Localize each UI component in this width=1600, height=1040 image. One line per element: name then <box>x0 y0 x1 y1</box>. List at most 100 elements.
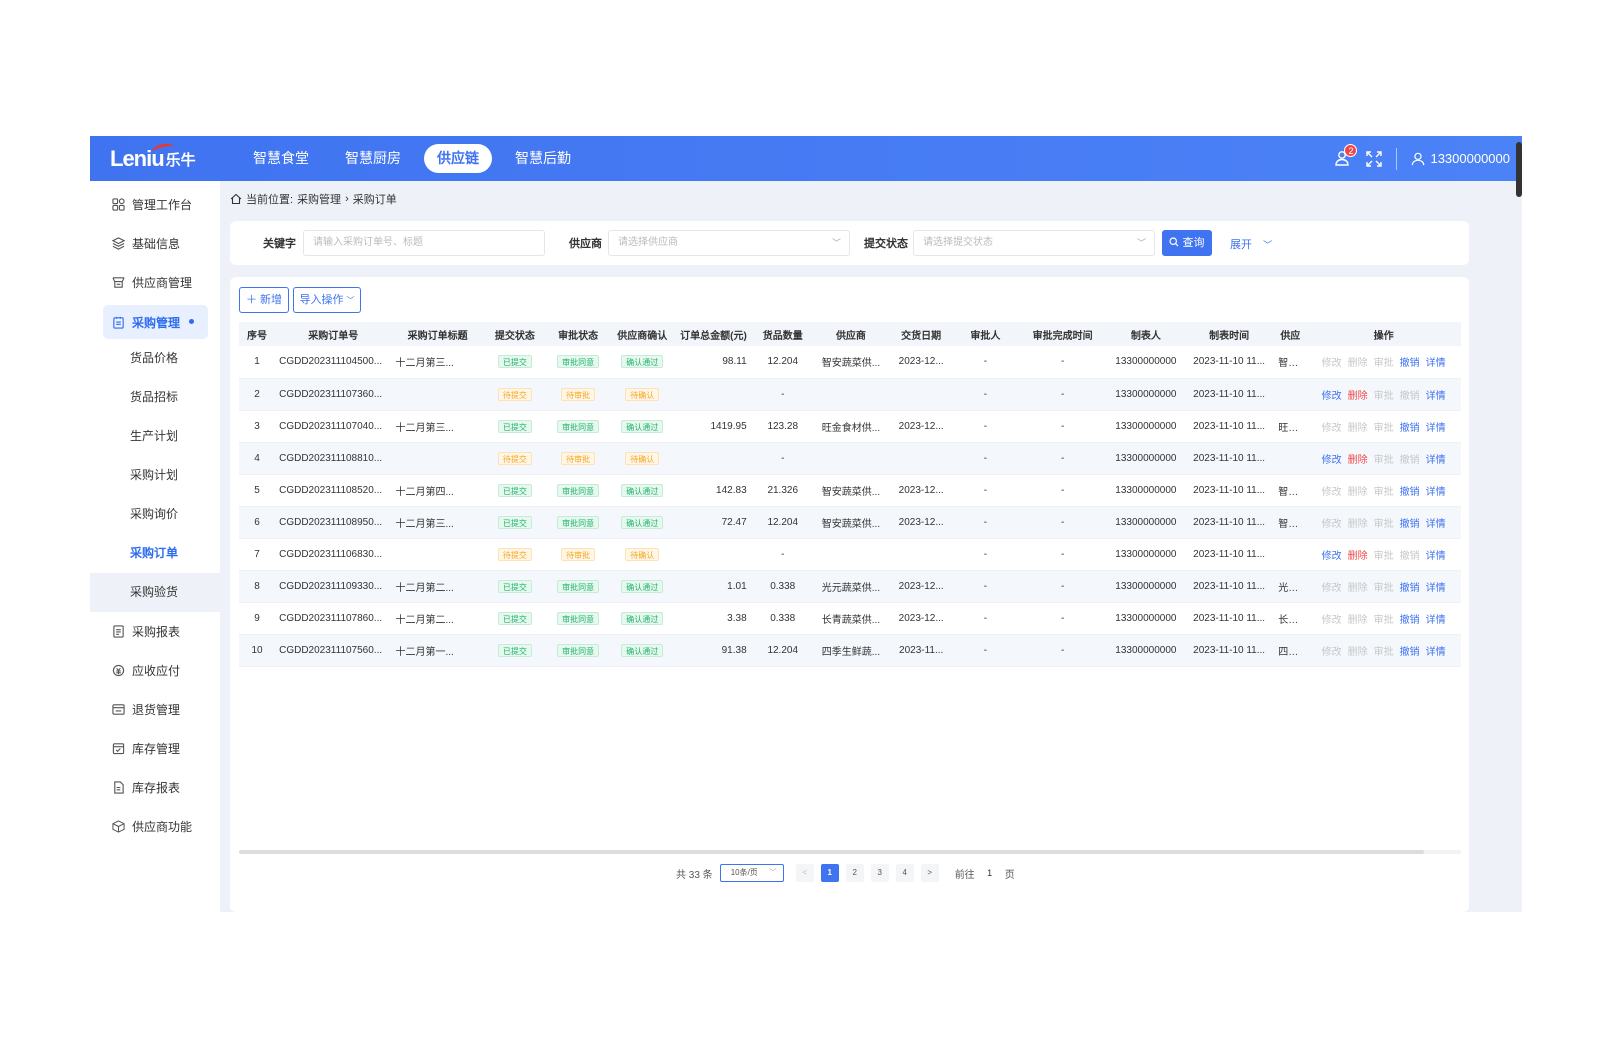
revoke-button[interactable]: 撤销 <box>1400 551 1420 562</box>
delete-button[interactable]: 删除 <box>1348 615 1368 626</box>
approve-button[interactable]: 审批 <box>1374 358 1394 369</box>
top-nav-item-supply-chain[interactable]: 供应链 <box>424 144 492 173</box>
revoke-button[interactable]: 撤销 <box>1400 358 1420 369</box>
order-amount <box>674 378 753 411</box>
revoke-button[interactable]: 撤销 <box>1400 519 1420 530</box>
sidebar-item-label: 供应商功能 <box>132 820 193 834</box>
sidebar-item-inventory-report[interactable]: 库存报表 <box>90 768 220 807</box>
user-menu[interactable]: 13300000000 <box>1411 151 1510 166</box>
page-size-select[interactable]: 10条/页 ﹀ <box>719 864 784 882</box>
order-table-card: ＋ 新增 导入操作 ﹀ 序号 采购订单号 采购订单标题 提交状态 审批状态 供应… <box>230 277 1469 912</box>
status-select[interactable]: 请选择提交状态 ﹀ <box>913 230 1155 256</box>
revoke-button[interactable]: 撤销 <box>1400 455 1420 466</box>
revoke-button[interactable]: 撤销 <box>1400 391 1420 402</box>
supplier-select[interactable]: 请选择供应商 ﹀ <box>608 230 850 256</box>
page-button-3[interactable]: 3 <box>870 864 889 882</box>
detail-button[interactable]: 详情 <box>1426 647 1446 658</box>
revoke-button[interactable]: 撤销 <box>1400 423 1420 434</box>
approve-button[interactable]: 审批 <box>1374 583 1394 594</box>
delete-button[interactable]: 删除 <box>1348 423 1368 434</box>
detail-button[interactable]: 详情 <box>1426 551 1446 562</box>
sidebar-item-purchase-report[interactable]: 采购报表 <box>90 612 220 651</box>
sidebar-sub-tender[interactable]: 货品招标 <box>90 378 220 417</box>
sidebar-sub-inspection[interactable]: 采购验货 <box>90 573 220 612</box>
top-nav-item-kitchen[interactable]: 智慧厨房 <box>332 144 414 173</box>
edit-button[interactable]: 修改 <box>1322 487 1342 498</box>
add-button[interactable]: ＋ 新增 <box>239 287 289 313</box>
scrollbar-thumb[interactable] <box>239 850 1424 854</box>
return-icon <box>111 703 125 717</box>
page-button-1[interactable]: 1 <box>820 864 839 882</box>
approve-button[interactable]: 审批 <box>1374 455 1394 466</box>
edit-button[interactable]: 修改 <box>1322 647 1342 658</box>
detail-button[interactable]: 详情 <box>1426 615 1446 626</box>
page-button-2[interactable]: 2 <box>845 864 864 882</box>
sidebar-sub-production-plan[interactable]: 生产计划 <box>90 417 220 456</box>
prev-page-button[interactable]: < <box>795 864 814 882</box>
edit-button[interactable]: 修改 <box>1322 358 1342 369</box>
sidebar-item-supplier[interactable]: 供应商管理 <box>90 263 220 302</box>
delete-button[interactable]: 删除 <box>1348 391 1368 402</box>
approve-button[interactable]: 审批 <box>1374 551 1394 562</box>
detail-button[interactable]: 详情 <box>1426 358 1446 369</box>
expand-button[interactable]: 展开 ﹀ <box>1230 236 1272 252</box>
approve-button[interactable]: 审批 <box>1374 647 1394 658</box>
edit-button[interactable]: 修改 <box>1322 423 1342 434</box>
revoke-button[interactable]: 撤销 <box>1400 647 1420 658</box>
edit-button[interactable]: 修改 <box>1322 583 1342 594</box>
edit-button[interactable]: 修改 <box>1322 551 1342 562</box>
detail-button[interactable]: 详情 <box>1426 487 1446 498</box>
notification-bell[interactable]: 2 <box>1334 143 1358 168</box>
delete-button[interactable]: 删除 <box>1348 551 1368 562</box>
delete-button[interactable]: 删除 <box>1348 487 1368 498</box>
next-page-button[interactable]: > <box>920 864 939 882</box>
approve-button[interactable]: 审批 <box>1374 391 1394 402</box>
sidebar-item-return[interactable]: 退货管理 <box>90 690 220 729</box>
detail-button[interactable]: 详情 <box>1426 391 1446 402</box>
sidebar-item-basic-info[interactable]: 基础信息 <box>90 224 220 263</box>
top-nav-item-canteen[interactable]: 智慧食堂 <box>240 144 322 173</box>
sidebar-item-payment[interactable]: 应收应付 <box>90 651 220 690</box>
approve-button[interactable]: 审批 <box>1374 423 1394 434</box>
edit-button[interactable]: 修改 <box>1322 391 1342 402</box>
revoke-button[interactable]: 撤销 <box>1400 487 1420 498</box>
detail-button[interactable]: 详情 <box>1426 583 1446 594</box>
sidebar-item-supplier-functions[interactable]: 供应商功能 <box>90 807 220 846</box>
page-button-4[interactable]: 4 <box>895 864 914 882</box>
top-nav-item-logistics[interactable]: 智慧后勤 <box>502 144 584 173</box>
revoke-button[interactable]: 撤销 <box>1400 583 1420 594</box>
approve-button[interactable]: 审批 <box>1374 487 1394 498</box>
delete-button[interactable]: 删除 <box>1348 455 1368 466</box>
keyword-input[interactable]: 请输入采购订单号、标题 <box>303 230 545 256</box>
detail-button[interactable]: 详情 <box>1426 519 1446 530</box>
sidebar-item-purchase[interactable]: 采购管理 <box>103 305 208 339</box>
breadcrumb-parent[interactable]: 采购管理 <box>297 191 341 207</box>
logo: Leniu 乐牛 <box>110 141 210 176</box>
delete-button[interactable]: 删除 <box>1348 519 1368 530</box>
sidebar-sub-purchase-plan[interactable]: 采购计划 <box>90 456 220 495</box>
fullscreen-icon[interactable] <box>1366 150 1383 167</box>
sidebar-sub-price[interactable]: 货品价格 <box>90 339 220 378</box>
query-button[interactable]: 查询 <box>1162 230 1212 256</box>
detail-button[interactable]: 详情 <box>1426 423 1446 434</box>
approve-button[interactable]: 审批 <box>1374 615 1394 626</box>
approver: - <box>953 410 1018 443</box>
revoke-button[interactable]: 撤销 <box>1400 615 1420 626</box>
delete-button[interactable]: 删除 <box>1348 358 1368 369</box>
sidebar-sub-inquiry[interactable]: 采购询价 <box>90 495 220 534</box>
edit-button[interactable]: 修改 <box>1322 519 1342 530</box>
breadcrumb-current: 采购订单 <box>352 194 397 206</box>
delete-button[interactable]: 删除 <box>1348 647 1368 658</box>
edit-button[interactable]: 修改 <box>1322 615 1342 626</box>
edit-button[interactable]: 修改 <box>1322 455 1342 466</box>
approve-button[interactable]: 审批 <box>1374 519 1394 530</box>
import-button[interactable]: 导入操作 ﹀ <box>293 287 361 313</box>
horizontal-scrollbar[interactable] <box>239 850 1461 854</box>
detail-button[interactable]: 详情 <box>1426 455 1446 466</box>
delete-button[interactable]: 删除 <box>1348 583 1368 594</box>
goto-page-input[interactable]: 1 <box>979 864 1001 882</box>
sidebar-sub-purchase-order[interactable]: 采购订单 <box>90 534 220 573</box>
sidebar-item-inventory[interactable]: 库存管理 <box>90 729 220 768</box>
sidebar-item-dashboard[interactable]: 管理工作台 <box>90 185 220 224</box>
creator: 13300000000 <box>1107 442 1184 475</box>
